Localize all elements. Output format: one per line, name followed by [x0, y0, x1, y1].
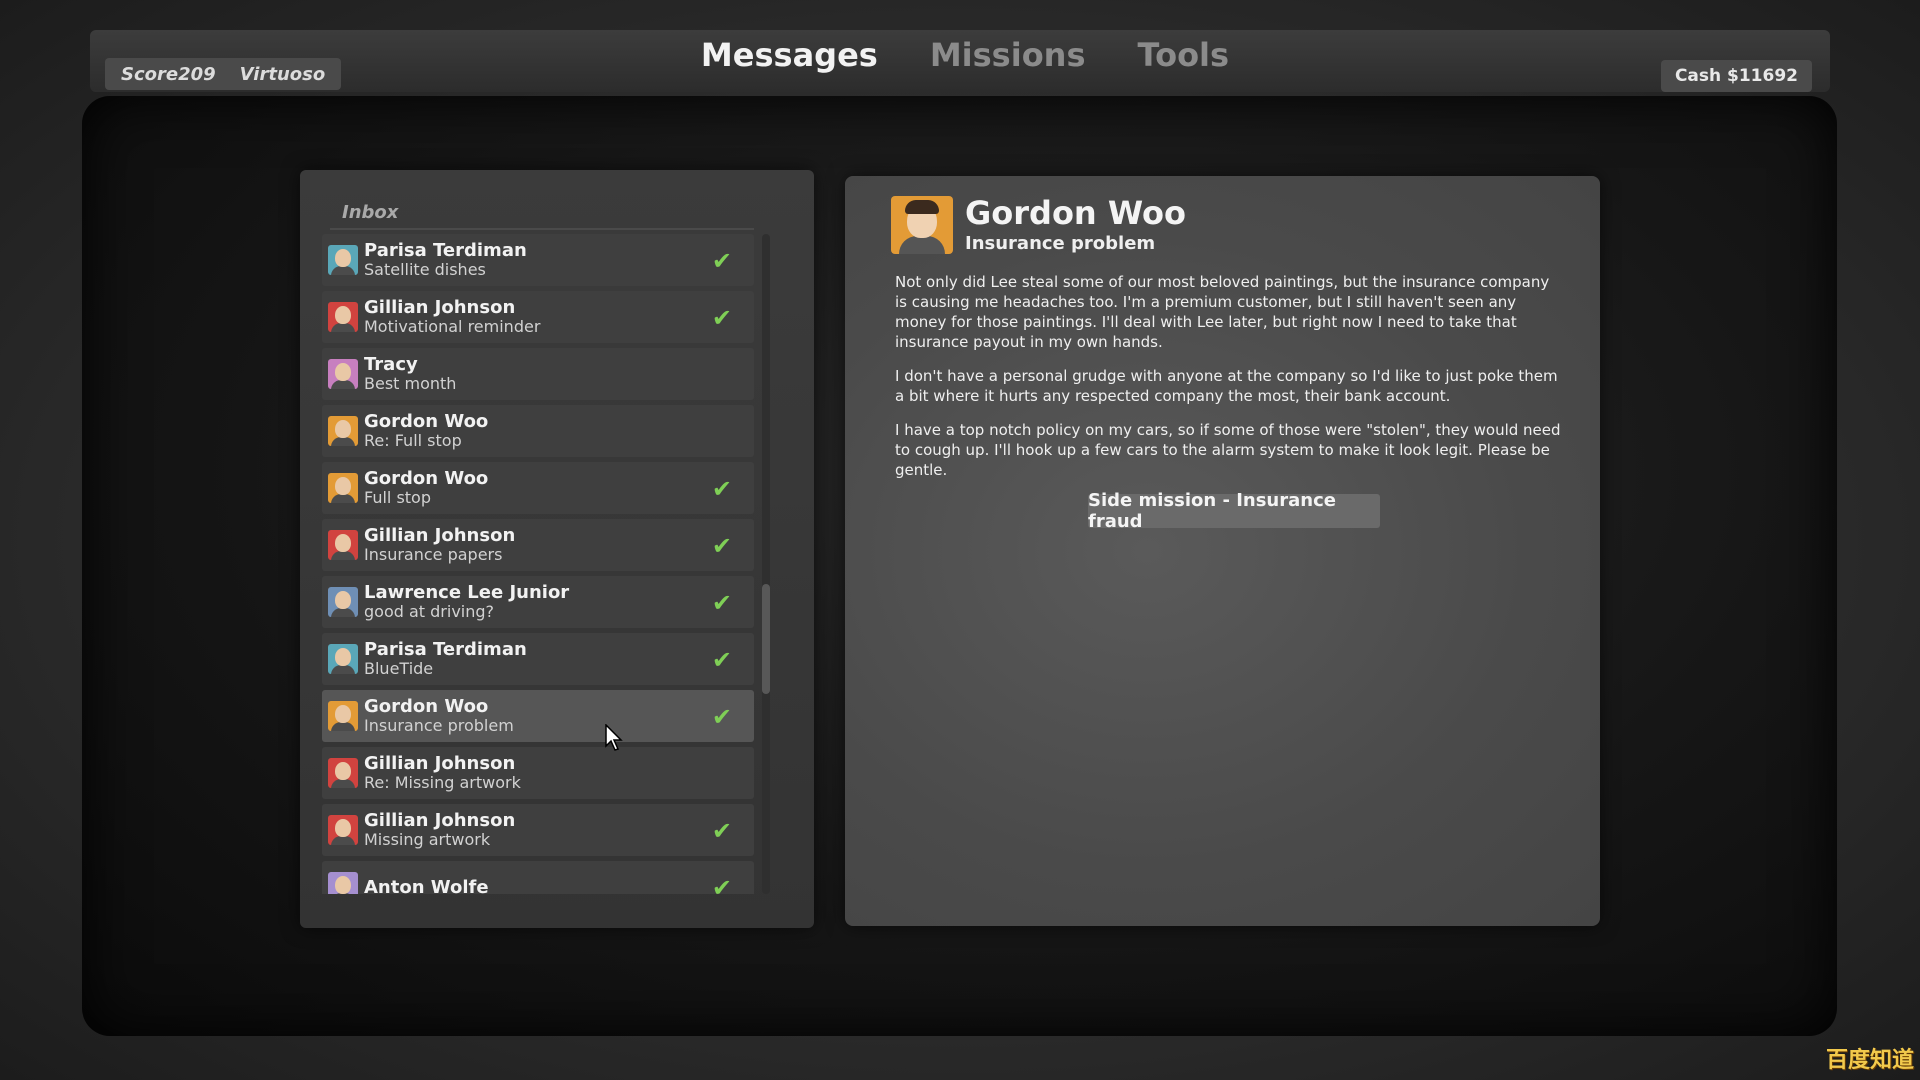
- contact-avatar-icon: [328, 530, 358, 560]
- contact-avatar-icon: [328, 587, 358, 617]
- inbox-item-sender: Gillian Johnson: [364, 753, 516, 774]
- inbox-item[interactable]: Parisa Terdiman BlueTide ✔: [322, 633, 754, 685]
- inbox-item-sender: Lawrence Lee Junior: [364, 582, 570, 603]
- inbox-item[interactable]: Lawrence Lee Junior good at driving? ✔: [322, 576, 754, 628]
- inbox-item-subject: Full stop: [364, 488, 431, 507]
- inbox-scrollbar[interactable]: [762, 234, 770, 894]
- inbox-item-sender: Gillian Johnson: [364, 297, 516, 318]
- watermark-logo: 百度知道: [1825, 1048, 1914, 1073]
- tab-tools[interactable]: Tools: [1138, 36, 1230, 74]
- inbox-panel: Inbox Parisa Terdiman Satellite dishes ✔ Gi…: [300, 170, 814, 928]
- inbox-item-text: Tracy Best month: [364, 355, 456, 393]
- sender-avatar: [891, 196, 953, 254]
- sender-name: Gordon Woo: [965, 194, 1186, 232]
- inbox-item-subject: Motivational reminder: [364, 317, 541, 336]
- inbox-item-subject: Re: Missing artwork: [364, 773, 521, 792]
- checkmark-icon: ✔: [711, 532, 732, 560]
- contact-avatar-icon: [328, 644, 358, 674]
- checkmark-icon: ✔: [711, 247, 732, 275]
- inbox-item-text: Parisa Terdiman Satellite dishes: [364, 241, 527, 279]
- inbox-item-subject: Best month: [364, 374, 457, 393]
- inbox-item-subject: Re: Full stop: [364, 431, 462, 450]
- contact-avatar-icon: [328, 872, 358, 894]
- inbox-item[interactable]: Gillian Johnson Re: Missing artwork: [322, 747, 754, 799]
- inbox-item-text: Lawrence Lee Junior good at driving?: [364, 583, 569, 621]
- main-tabs: Messages Missions Tools: [0, 36, 1920, 74]
- inbox-item[interactable]: Gordon Woo Re: Full stop: [322, 405, 754, 457]
- inbox-item-sender: Parisa Terdiman: [364, 240, 527, 261]
- inbox-item-sender: Gordon Woo: [364, 696, 489, 717]
- inbox-list: Parisa Terdiman Satellite dishes ✔ Gillian …: [322, 234, 754, 894]
- inbox-item-subject: Insurance problem: [364, 716, 514, 735]
- inbox-item-subject: good at driving?: [364, 602, 495, 621]
- inbox-item-sender: Parisa Terdiman: [364, 639, 527, 660]
- checkmark-icon: ✔: [711, 703, 732, 731]
- inbox-item[interactable]: Parisa Terdiman Satellite dishes ✔: [322, 234, 754, 286]
- inbox-item-text: Gordon Woo Insurance problem: [364, 697, 514, 735]
- message-subject: Insurance problem: [965, 233, 1156, 254]
- contact-avatar-icon: [328, 359, 358, 389]
- inbox-item[interactable]: Gillian Johnson Missing artwork ✔: [322, 804, 754, 856]
- inbox-item-text: Gordon Woo Re: Full stop: [364, 412, 488, 450]
- inbox-divider: [330, 228, 754, 230]
- checkmark-icon: ✔: [711, 475, 732, 503]
- checkmark-icon: ✔: [711, 874, 732, 894]
- inbox-item-text: Gillian Johnson Re: Missing artwork: [364, 754, 521, 792]
- inbox-item-subject: BlueTide: [364, 659, 434, 678]
- inbox-item[interactable]: Gillian Johnson Insurance papers ✔: [322, 519, 754, 571]
- contact-avatar-icon: [328, 473, 358, 503]
- inbox-item-subject: Insurance papers: [364, 545, 503, 564]
- inbox-item-sender: Gordon Woo: [364, 468, 489, 489]
- checkmark-icon: ✔: [711, 817, 732, 845]
- checkmark-icon: ✔: [711, 589, 732, 617]
- inbox-item-sender: Anton Wolfe: [364, 876, 489, 895]
- contact-avatar-icon: [328, 758, 358, 788]
- inbox-item-text: Gillian Johnson Missing artwork: [364, 811, 515, 849]
- inbox-item[interactable]: Tracy Best month: [322, 348, 754, 400]
- inbox-scroll-thumb[interactable]: [762, 584, 770, 694]
- inbox-item-text: Parisa Terdiman BlueTide: [364, 640, 527, 678]
- inbox-item[interactable]: Gordon Woo Full stop ✔: [322, 462, 754, 514]
- contact-avatar-icon: [328, 416, 358, 446]
- message-paragraph: I don't have a personal grudge with anyo…: [895, 367, 1558, 405]
- tab-missions[interactable]: Missions: [930, 36, 1086, 74]
- inbox-title: Inbox: [342, 202, 399, 223]
- message-paragraph: Not only did Lee steal some of our most …: [895, 273, 1550, 351]
- checkmark-icon: ✔: [711, 304, 732, 332]
- inbox-item[interactable]: Gillian Johnson Motivational reminder ✔: [322, 291, 754, 343]
- tab-messages[interactable]: Messages: [701, 36, 878, 74]
- side-mission-button[interactable]: Side mission - Insurance fraud: [1088, 490, 1380, 532]
- inbox-item-subject: Missing artwork: [364, 830, 491, 849]
- contact-avatar-icon: [328, 701, 358, 731]
- contact-avatar-icon: [328, 245, 358, 275]
- message-paragraph: I have a top notch policy on my cars, so…: [895, 421, 1561, 479]
- inbox-item-text: Gordon Woo Full stop: [364, 469, 488, 507]
- inbox-item-sender: Gordon Woo: [364, 411, 489, 432]
- inbox-item-text: Anton Wolfe: [364, 878, 489, 895]
- inbox-item[interactable]: Gordon Woo Insurance problem ✔: [322, 690, 754, 742]
- message-panel: Gordon Woo Insurance problem Not only di…: [845, 176, 1600, 926]
- message-body: Not only did Lee steal some of our most …: [895, 272, 1563, 494]
- contact-avatar-icon: [328, 815, 358, 845]
- contact-avatar-icon: [328, 302, 358, 332]
- inbox-item-sender: Gillian Johnson: [364, 810, 516, 831]
- mouse-cursor-icon: [605, 724, 623, 751]
- inbox-item[interactable]: Anton Wolfe ✔: [322, 861, 754, 894]
- inbox-item-text: Gillian Johnson Motivational reminder: [364, 298, 540, 336]
- inbox-item-subject: Satellite dishes: [364, 260, 486, 279]
- inbox-item-text: Gillian Johnson Insurance papers: [364, 526, 515, 564]
- inbox-item-sender: Tracy: [364, 354, 418, 375]
- checkmark-icon: ✔: [711, 646, 732, 674]
- cash-badge: Cash $11692: [1660, 60, 1812, 92]
- inbox-item-sender: Gillian Johnson: [364, 525, 516, 546]
